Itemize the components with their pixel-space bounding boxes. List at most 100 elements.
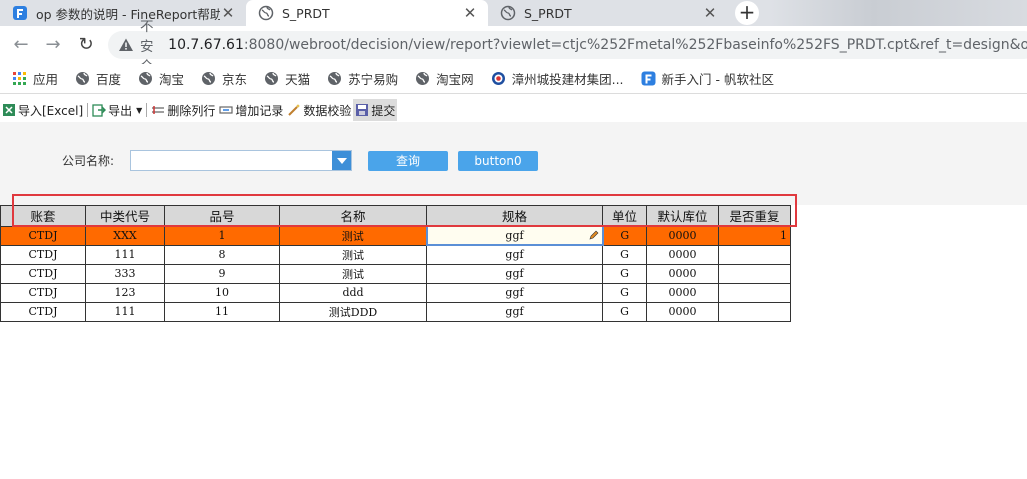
table-cell[interactable]: 0000 xyxy=(646,263,719,284)
table-cell[interactable]: G xyxy=(602,282,647,303)
bookmark-zhangzhou[interactable]: 漳州城投建材集团... xyxy=(491,69,624,88)
company-name-combobox[interactable] xyxy=(130,150,352,171)
table-cell[interactable]: ggf xyxy=(426,263,603,284)
tab-title: S_PRDT xyxy=(524,5,572,21)
bookmark-fanruan[interactable]: 新手入门 - 帆软社区 xyxy=(641,69,774,88)
table-cell[interactable]: CTDJ xyxy=(0,301,86,322)
table-cell[interactable]: CTDJ xyxy=(0,225,86,246)
bookmark-apps[interactable]: 应用 xyxy=(12,69,58,88)
table-cell[interactable]: G xyxy=(602,263,647,284)
table-cell[interactable]: 10 xyxy=(164,282,280,303)
table-cell[interactable]: CTDJ xyxy=(0,244,86,265)
table-cell[interactable] xyxy=(718,301,791,322)
finereport-icon xyxy=(641,71,656,86)
cell-value: ggf xyxy=(505,229,524,242)
warning-icon[interactable] xyxy=(118,37,134,53)
seal-icon xyxy=(491,72,505,85)
reload-icon[interactable]: ↻ xyxy=(75,34,97,56)
add-record-button[interactable]: 增加记录 xyxy=(217,99,285,121)
export-button[interactable]: 导出 ▼ xyxy=(90,99,144,121)
globe-icon xyxy=(416,72,430,85)
chevron-down-icon[interactable] xyxy=(332,151,351,170)
editing-cell[interactable]: ggf xyxy=(425,225,604,246)
table-row[interactable]: CTDJ 123 10 ddd ggf G 0000 xyxy=(0,282,791,303)
validate-button[interactable]: 数据校验 xyxy=(285,99,353,121)
table-cell[interactable]: ddd xyxy=(279,282,427,303)
table-cell[interactable]: 111 xyxy=(85,301,165,322)
table-cell[interactable]: 111 xyxy=(85,244,165,265)
browser-toolbar: ← → ↻ 不安全 10.7.67.61 :8080/webroot/decis… xyxy=(0,19,1027,75)
table-cell[interactable]: 9 xyxy=(164,263,280,284)
tab-title: op 参数的说明 - FineReport帮助 xyxy=(36,6,220,22)
new-tab-button[interactable]: + xyxy=(735,1,759,25)
bookmark-label: 苏宁易购 xyxy=(348,72,399,87)
table-cell[interactable]: CTDJ xyxy=(0,263,86,284)
bookmark-tmall[interactable]: 天猫 xyxy=(264,69,310,88)
back-arrow-icon[interactable]: ← xyxy=(10,34,32,56)
toolbar-divider xyxy=(87,103,89,117)
table-cell[interactable]: 1 xyxy=(718,225,791,246)
table-cell[interactable]: G xyxy=(602,244,647,265)
close-icon[interactable]: ✕ xyxy=(220,5,236,21)
table-cell[interactable]: 8 xyxy=(164,244,280,265)
table-cell[interactable]: 测试DDD xyxy=(279,301,427,322)
forward-arrow-icon[interactable]: → xyxy=(42,34,64,56)
add-record-icon xyxy=(219,106,233,114)
table-row-selected[interactable]: CTDJ XXX 1 测试 ggf G 0000 1 xyxy=(0,225,791,246)
table-cell[interactable]: 1 xyxy=(164,225,280,246)
table-cell[interactable]: 测试 xyxy=(279,244,427,265)
table-cell[interactable] xyxy=(718,282,791,303)
bookmark-taobao-net[interactable]: 淘宝网 xyxy=(415,69,474,88)
table-cell[interactable]: G xyxy=(602,225,647,246)
table-cell[interactable]: ggf xyxy=(426,282,603,303)
table-cell[interactable]: 测试 xyxy=(279,225,427,246)
globe-icon xyxy=(500,5,516,21)
tab-strip-background xyxy=(770,0,1027,26)
table-cell[interactable]: 0000 xyxy=(646,301,719,322)
bookmark-jd[interactable]: 京东 xyxy=(201,69,247,88)
table-cell[interactable]: 123 xyxy=(85,282,165,303)
company-name-label: 公司名称: xyxy=(62,154,115,168)
table-cell[interactable] xyxy=(718,263,791,284)
table-cell[interactable]: 测试 xyxy=(279,263,427,284)
table-cell[interactable]: ggf xyxy=(426,244,603,265)
bookmark-label: 应用 xyxy=(33,72,59,87)
table-cell[interactable]: XXX xyxy=(85,225,165,246)
delete-row-label: 删除列行 xyxy=(167,103,216,118)
bookmark-suning[interactable]: 苏宁易购 xyxy=(327,69,398,88)
table-cell[interactable]: ggf xyxy=(426,301,603,322)
excel-icon xyxy=(3,104,15,116)
table-cell[interactable]: 11 xyxy=(164,301,280,322)
bookmark-taobao[interactable]: 淘宝 xyxy=(138,69,184,88)
table-cell[interactable]: 333 xyxy=(85,263,165,284)
pencil-icon xyxy=(589,230,598,240)
button0[interactable]: button0 xyxy=(458,151,538,171)
table-cell[interactable] xyxy=(718,244,791,265)
toolbar-divider xyxy=(146,103,148,117)
table-row[interactable]: CTDJ 111 11 测试DDD ggf G 0000 xyxy=(0,301,791,322)
bookmarks-bar: 应用 百度 淘宝 京东 天猫 苏宁易购 淘宝网 漳州城投建材集团... 新手入门… xyxy=(0,64,1027,94)
delete-row-button[interactable]: 删除列行 xyxy=(149,99,217,121)
close-icon[interactable]: ✕ xyxy=(702,5,718,21)
table-cell[interactable]: 0000 xyxy=(646,244,719,265)
table-cell[interactable]: CTDJ xyxy=(0,282,86,303)
bookmark-label: 漳州城投建材集团... xyxy=(511,72,624,87)
submit-label: 提交 xyxy=(371,103,396,118)
table-cell[interactable]: 0000 xyxy=(646,225,719,246)
bookmark-baidu[interactable]: 百度 xyxy=(75,69,121,88)
table-row[interactable]: CTDJ 333 9 测试 ggf G 0000 xyxy=(0,263,791,284)
tab-s-prdt-active[interactable]: S_PRDT ✕ xyxy=(246,0,488,26)
table-row[interactable]: CTDJ 111 8 测试 ggf G 0000 xyxy=(0,244,791,265)
close-icon[interactable]: ✕ xyxy=(462,5,478,21)
import-excel-button[interactable]: 导入[Excel] xyxy=(0,99,85,121)
submit-button[interactable]: 提交 xyxy=(353,99,398,121)
finereport-icon xyxy=(12,5,28,21)
table-cell[interactable]: G xyxy=(602,301,647,322)
query-button[interactable]: 查询 xyxy=(368,151,448,171)
caret-down-icon[interactable]: ▼ xyxy=(136,106,142,115)
bookmark-label: 淘宝网 xyxy=(436,72,474,87)
address-bar[interactable]: 不安全 10.7.67.61 :8080/webroot/decision/vi… xyxy=(108,19,1027,75)
table-cell[interactable]: 0000 xyxy=(646,282,719,303)
tab-s-prdt[interactable]: S_PRDT ✕ xyxy=(488,0,728,26)
tab-finereport-help[interactable]: op 参数的说明 - FineReport帮助 ✕ xyxy=(0,0,246,26)
